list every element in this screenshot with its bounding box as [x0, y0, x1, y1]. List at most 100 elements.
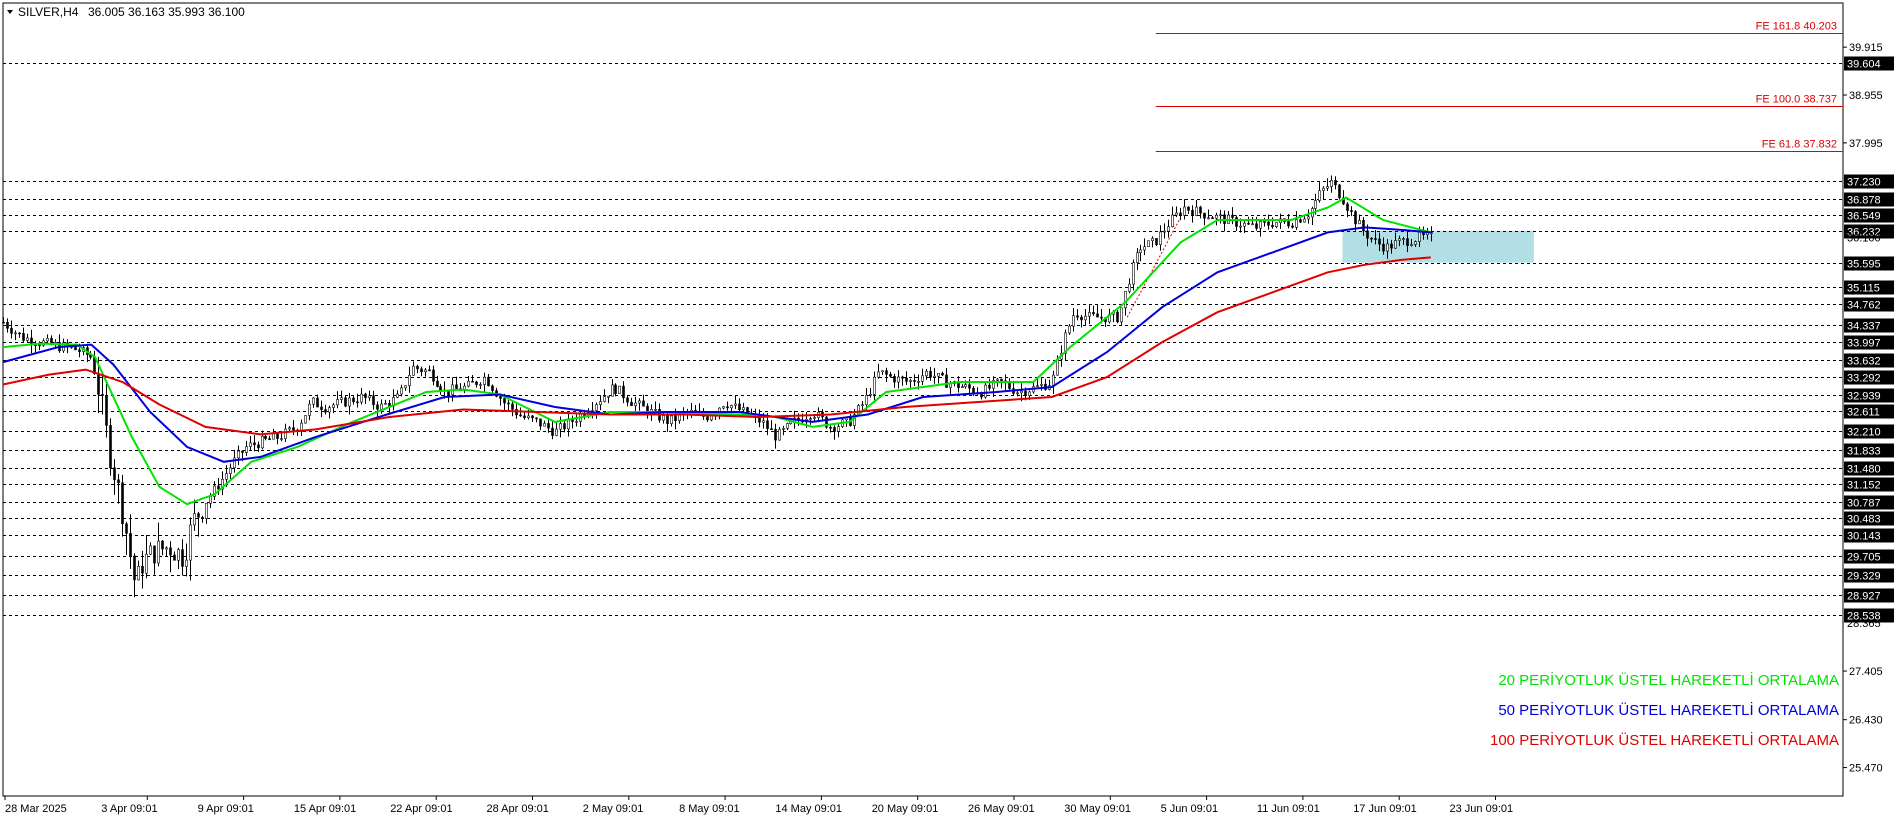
candle-body — [332, 404, 335, 408]
candle-body — [666, 415, 669, 424]
candle-body — [603, 396, 606, 402]
candle-body — [1295, 219, 1298, 228]
candle-body — [1080, 316, 1083, 321]
candle-body — [913, 380, 916, 382]
candle-body — [280, 438, 283, 440]
candle-body — [372, 395, 375, 406]
candle-body — [738, 403, 741, 411]
candle-body — [229, 467, 232, 474]
candle-body — [877, 371, 880, 378]
candle-body — [734, 403, 737, 406]
candle-body — [1016, 392, 1019, 395]
candle-body — [1271, 224, 1274, 227]
candle-body — [1151, 238, 1154, 242]
candle-body — [972, 387, 975, 393]
candle-body — [626, 397, 629, 403]
y-tick-label: 38.955 — [1849, 90, 1883, 102]
zone-rect — [1342, 230, 1534, 263]
level-label: 31.833 — [1847, 446, 1881, 458]
price-chart[interactable]: FE 161.8 40.203 FE 100.0 38.737 FE 61.8 37… — [0, 0, 1896, 820]
candle-body — [2, 321, 5, 324]
candle-body — [937, 372, 940, 377]
candle-body — [1096, 313, 1099, 318]
level-label: 37.230 — [1847, 177, 1881, 189]
level-label: 33.292 — [1847, 373, 1881, 385]
candle-body — [412, 365, 415, 376]
candle-body — [1132, 262, 1135, 285]
level-label: 34.337 — [1847, 321, 1881, 333]
candle-body — [670, 415, 673, 424]
ohlc-values: 36.005 36.163 35.993 36.100 — [88, 5, 245, 19]
chart-header: SILVER,H4 36.005 36.163 35.993 36.100 — [7, 5, 245, 19]
candle-body — [14, 332, 17, 335]
candle-body — [1243, 222, 1246, 227]
candle-body — [642, 400, 645, 407]
candle-body — [1195, 206, 1198, 216]
candle-body — [881, 370, 884, 373]
x-tick-label: 15 Apr 09:01 — [294, 803, 356, 815]
candle-body — [177, 549, 180, 561]
candle-body — [1338, 184, 1341, 199]
candle-body — [257, 444, 260, 449]
candle-body — [189, 524, 192, 561]
x-tick-label: 20 May 09:01 — [872, 803, 939, 815]
candle-body — [543, 423, 546, 427]
candle-body — [634, 402, 637, 407]
candle-body — [1191, 210, 1194, 216]
candle-body — [1251, 223, 1254, 226]
candle-body — [1275, 222, 1278, 227]
candle-body — [145, 553, 148, 574]
candle-body — [328, 407, 331, 413]
candle-body — [173, 554, 176, 561]
candle-body — [1163, 230, 1166, 233]
candle-body — [1346, 203, 1349, 211]
fib-label: FE 61.8 37.832 — [1762, 139, 1837, 151]
candle-body — [1386, 243, 1389, 252]
x-tick-label: 28 Apr 09:01 — [487, 803, 549, 815]
x-tick-label: 3 Apr 09:01 — [101, 803, 157, 815]
candle-body — [1350, 210, 1353, 212]
candle-body — [901, 376, 904, 379]
candle-body — [1358, 220, 1361, 225]
candle-body — [340, 397, 343, 400]
candle-body — [18, 332, 21, 335]
x-tick-label: 2 May 09:01 — [583, 803, 644, 815]
candle-body — [416, 365, 419, 370]
candle-body — [527, 415, 530, 419]
candle-body — [988, 384, 991, 389]
candle-body — [344, 397, 347, 407]
candle-body — [1072, 315, 1075, 327]
candle-body — [1334, 180, 1337, 186]
candle-body — [316, 397, 319, 408]
candle-body — [483, 376, 486, 385]
candle-body — [519, 414, 522, 417]
x-tick-label: 23 Jun 09:01 — [1450, 803, 1514, 815]
candle-body — [873, 376, 876, 395]
candle-body — [352, 397, 355, 403]
candle-body — [1183, 206, 1186, 216]
candle-body — [74, 346, 77, 351]
candle-body — [1322, 187, 1325, 191]
candle-body — [1390, 243, 1393, 249]
y-tick-label: 26.430 — [1849, 715, 1883, 727]
candle-body — [129, 533, 132, 557]
candle-body — [1092, 312, 1095, 315]
candle-body — [1402, 238, 1405, 240]
candle-body — [563, 423, 566, 430]
candle-body — [829, 426, 832, 429]
candle-body — [268, 438, 271, 440]
candle-body — [1036, 385, 1039, 387]
legend-entry: 50 PERİYOTLUK ÜSTEL HAREKETLİ ORTALAMA — [1498, 701, 1839, 719]
candle-body — [436, 380, 439, 387]
candle-body — [153, 545, 156, 564]
candle-body — [1330, 180, 1333, 187]
candle-body — [455, 384, 458, 389]
candle-body — [833, 427, 836, 432]
level-label: 35.595 — [1847, 259, 1881, 271]
candle-body — [933, 375, 936, 378]
candle-body — [420, 368, 423, 372]
candle-body — [356, 401, 359, 404]
candle-body — [905, 377, 908, 382]
level-label: 30.143 — [1847, 531, 1881, 543]
candle-body — [424, 369, 427, 372]
